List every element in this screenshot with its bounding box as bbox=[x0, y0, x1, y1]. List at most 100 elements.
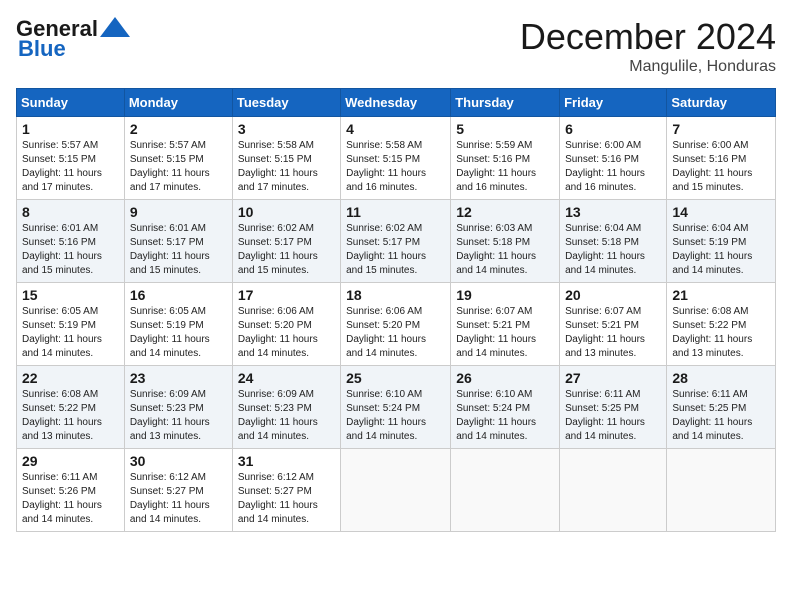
logo-blue: Blue bbox=[16, 36, 66, 62]
day-info: Sunrise: 6:02 AM Sunset: 5:17 PM Dayligh… bbox=[346, 222, 445, 278]
day-number: 11 bbox=[346, 204, 445, 220]
day-info: Sunrise: 6:00 AM Sunset: 5:16 PM Dayligh… bbox=[565, 139, 661, 195]
day-info: Sunrise: 5:58 AM Sunset: 5:15 PM Dayligh… bbox=[238, 139, 335, 195]
calendar-cell: 3Sunrise: 5:58 AM Sunset: 5:15 PM Daylig… bbox=[232, 117, 340, 200]
col-header-monday: Monday bbox=[124, 89, 232, 117]
col-header-sunday: Sunday bbox=[17, 89, 125, 117]
day-number: 21 bbox=[672, 287, 770, 303]
calendar-cell bbox=[451, 449, 560, 532]
day-info: Sunrise: 5:58 AM Sunset: 5:15 PM Dayligh… bbox=[346, 139, 445, 195]
calendar-cell: 14 Sunrise: 6:04 AM Sunset: 5:19 PM Dayli… bbox=[667, 200, 776, 283]
day-number: 20 bbox=[565, 287, 661, 303]
day-number: 14 bbox=[672, 204, 770, 220]
day-number: 10 bbox=[238, 204, 335, 220]
calendar-cell: 7 Sunrise: 6:00 AM Sunset: 5:16 PM Daylig… bbox=[667, 117, 776, 200]
day-number: 12 bbox=[456, 204, 554, 220]
day-number: 30 bbox=[130, 453, 227, 469]
day-number: 1 bbox=[22, 121, 119, 137]
calendar-cell: 8Sunrise: 6:01 AM Sunset: 5:16 PM Daylig… bbox=[17, 200, 125, 283]
day-number: 19 bbox=[456, 287, 554, 303]
day-info: Sunrise: 6:06 AM Sunset: 5:20 PM Dayligh… bbox=[346, 305, 445, 361]
day-number: 31 bbox=[238, 453, 335, 469]
day-number: 13 bbox=[565, 204, 661, 220]
day-info: Sunrise: 6:07 AM Sunset: 5:21 PM Dayligh… bbox=[565, 305, 661, 361]
day-info: Sunrise: 6:11 AM Sunset: 5:26 PM Dayligh… bbox=[22, 471, 119, 527]
calendar-cell bbox=[667, 449, 776, 532]
day-info: Sunrise: 6:05 AM Sunset: 5:19 PM Dayligh… bbox=[130, 305, 227, 361]
month-title: December 2024 bbox=[520, 16, 776, 58]
col-header-saturday: Saturday bbox=[667, 89, 776, 117]
day-number: 18 bbox=[346, 287, 445, 303]
calendar-cell: 5 Sunrise: 5:59 AM Sunset: 5:16 PM Daylig… bbox=[451, 117, 560, 200]
day-info: Sunrise: 6:11 AM Sunset: 5:25 PM Dayligh… bbox=[565, 388, 661, 444]
day-number: 15 bbox=[22, 287, 119, 303]
calendar-week-4: 22Sunrise: 6:08 AM Sunset: 5:22 PM Dayli… bbox=[17, 366, 776, 449]
day-number: 4 bbox=[346, 121, 445, 137]
day-info: Sunrise: 6:12 AM Sunset: 5:27 PM Dayligh… bbox=[130, 471, 227, 527]
calendar-header: SundayMondayTuesdayWednesdayThursdayFrid… bbox=[17, 89, 776, 117]
calendar-cell: 27Sunrise: 6:11 AM Sunset: 5:25 PM Dayli… bbox=[560, 366, 667, 449]
day-info: Sunrise: 6:09 AM Sunset: 5:23 PM Dayligh… bbox=[238, 388, 335, 444]
location-subtitle: Mangulile, Honduras bbox=[520, 58, 776, 76]
calendar-cell: 13 Sunrise: 6:04 AM Sunset: 5:18 PM Dayli… bbox=[560, 200, 667, 283]
day-number: 25 bbox=[346, 370, 445, 386]
calendar-cell: 9Sunrise: 6:01 AM Sunset: 5:17 PM Daylig… bbox=[124, 200, 232, 283]
calendar-cell bbox=[560, 449, 667, 532]
calendar-cell: 31 Sunrise: 6:12 AM Sunset: 5:27 PM Dayli… bbox=[232, 449, 340, 532]
day-number: 26 bbox=[456, 370, 554, 386]
day-number: 6 bbox=[565, 121, 661, 137]
col-header-friday: Friday bbox=[560, 89, 667, 117]
day-number: 24 bbox=[238, 370, 335, 386]
day-number: 29 bbox=[22, 453, 119, 469]
col-header-thursday: Thursday bbox=[451, 89, 560, 117]
day-info: Sunrise: 6:04 AM Sunset: 5:19 PM Dayligh… bbox=[672, 222, 770, 278]
day-info: Sunrise: 6:07 AM Sunset: 5:21 PM Dayligh… bbox=[456, 305, 554, 361]
day-info: Sunrise: 6:01 AM Sunset: 5:17 PM Dayligh… bbox=[130, 222, 227, 278]
day-info: Sunrise: 6:04 AM Sunset: 5:18 PM Dayligh… bbox=[565, 222, 661, 278]
day-number: 2 bbox=[130, 121, 227, 137]
calendar-cell: 28Sunrise: 6:11 AM Sunset: 5:25 PM Dayli… bbox=[667, 366, 776, 449]
calendar-cell: 23Sunrise: 6:09 AM Sunset: 5:23 PM Dayli… bbox=[124, 366, 232, 449]
calendar-cell: 20 Sunrise: 6:07 AM Sunset: 5:21 PM Dayli… bbox=[560, 283, 667, 366]
calendar-cell: 6 Sunrise: 6:00 AM Sunset: 5:16 PM Daylig… bbox=[560, 117, 667, 200]
day-info: Sunrise: 6:00 AM Sunset: 5:16 PM Dayligh… bbox=[672, 139, 770, 195]
calendar-week-1: 1 Sunrise: 5:57 AM Sunset: 5:15 PM Daylig… bbox=[17, 117, 776, 200]
day-info: Sunrise: 6:06 AM Sunset: 5:20 PM Dayligh… bbox=[238, 305, 335, 361]
day-info: Sunrise: 6:11 AM Sunset: 5:25 PM Dayligh… bbox=[672, 388, 770, 444]
calendar-cell: 10Sunrise: 6:02 AM Sunset: 5:17 PM Dayli… bbox=[232, 200, 340, 283]
col-header-tuesday: Tuesday bbox=[232, 89, 340, 117]
col-header-wednesday: Wednesday bbox=[341, 89, 451, 117]
calendar-week-2: 8Sunrise: 6:01 AM Sunset: 5:16 PM Daylig… bbox=[17, 200, 776, 283]
calendar-cell: 17 Sunrise: 6:06 AM Sunset: 5:20 PM Dayli… bbox=[232, 283, 340, 366]
calendar-week-3: 15 Sunrise: 6:05 AM Sunset: 5:19 PM Dayli… bbox=[17, 283, 776, 366]
calendar-cell bbox=[341, 449, 451, 532]
calendar-cell: 15Sunrise: 6:05 AM Sunset: 5:19 PM Dayli… bbox=[17, 283, 125, 366]
calendar-table: SundayMondayTuesdayWednesdayThursdayFrid… bbox=[16, 88, 776, 532]
day-info: Sunrise: 6:08 AM Sunset: 5:22 PM Dayligh… bbox=[22, 388, 119, 444]
day-info: Sunrise: 5:57 AM Sunset: 5:15 PM Dayligh… bbox=[130, 139, 227, 195]
day-info: Sunrise: 6:01 AM Sunset: 5:16 PM Dayligh… bbox=[22, 222, 119, 278]
calendar-cell: 22Sunrise: 6:08 AM Sunset: 5:22 PM Dayli… bbox=[17, 366, 125, 449]
calendar-cell: 2 Sunrise: 5:57 AM Sunset: 5:15 PM Daylig… bbox=[124, 117, 232, 200]
calendar-cell: 21 Sunrise: 6:08 AM Sunset: 5:22 PM Dayli… bbox=[667, 283, 776, 366]
calendar-cell: 11 Sunrise: 6:02 AM Sunset: 5:17 PM Dayli… bbox=[341, 200, 451, 283]
day-info: Sunrise: 5:57 AM Sunset: 5:15 PM Dayligh… bbox=[22, 139, 119, 195]
page-header: General Blue December 2024 Mangulile, Ho… bbox=[16, 16, 776, 76]
calendar-cell: 16 Sunrise: 6:05 AM Sunset: 5:19 PM Dayli… bbox=[124, 283, 232, 366]
day-info: Sunrise: 6:03 AM Sunset: 5:18 PM Dayligh… bbox=[456, 222, 554, 278]
day-number: 23 bbox=[130, 370, 227, 386]
day-number: 16 bbox=[130, 287, 227, 303]
day-info: Sunrise: 6:08 AM Sunset: 5:22 PM Dayligh… bbox=[672, 305, 770, 361]
day-number: 7 bbox=[672, 121, 770, 137]
day-info: Sunrise: 6:10 AM Sunset: 5:24 PM Dayligh… bbox=[456, 388, 554, 444]
day-info: Sunrise: 5:59 AM Sunset: 5:16 PM Dayligh… bbox=[456, 139, 554, 195]
day-info: Sunrise: 6:12 AM Sunset: 5:27 PM Dayligh… bbox=[238, 471, 335, 527]
calendar-cell: 19 Sunrise: 6:07 AM Sunset: 5:21 PM Dayli… bbox=[451, 283, 560, 366]
logo: General Blue bbox=[16, 16, 130, 62]
calendar-cell: 1 Sunrise: 5:57 AM Sunset: 5:15 PM Daylig… bbox=[17, 117, 125, 200]
day-number: 5 bbox=[456, 121, 554, 137]
calendar-cell: 26 Sunrise: 6:10 AM Sunset: 5:24 PM Dayli… bbox=[451, 366, 560, 449]
day-number: 17 bbox=[238, 287, 335, 303]
calendar-cell: 4 Sunrise: 5:58 AM Sunset: 5:15 PM Daylig… bbox=[341, 117, 451, 200]
calendar-cell: 30 Sunrise: 6:12 AM Sunset: 5:27 PM Dayli… bbox=[124, 449, 232, 532]
